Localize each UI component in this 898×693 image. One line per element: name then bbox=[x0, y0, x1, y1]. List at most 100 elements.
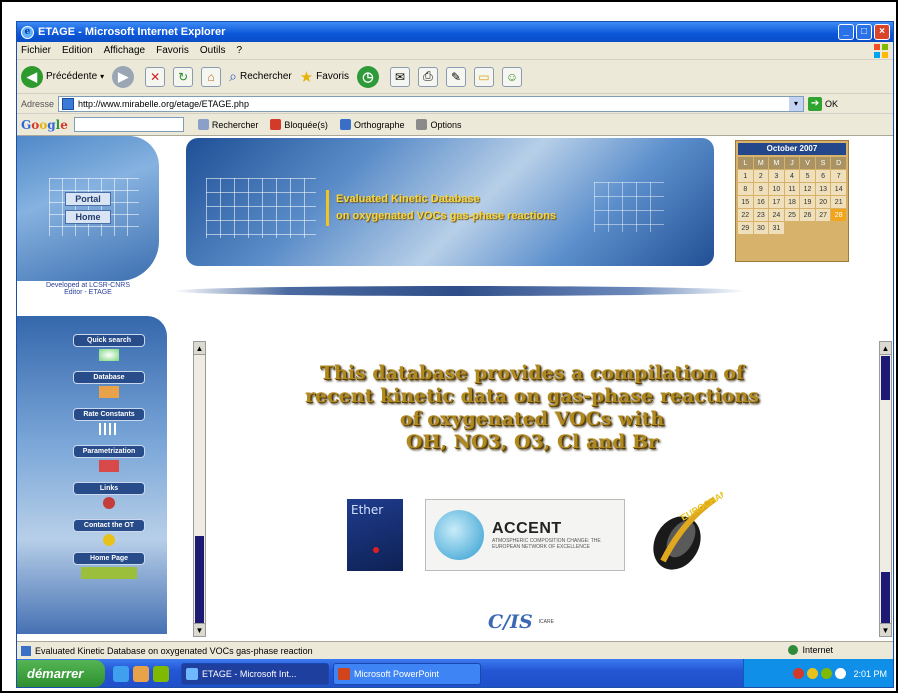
menu-edit[interactable]: Edition bbox=[62, 45, 93, 56]
nav-quick-search[interactable]: Quick search bbox=[73, 334, 145, 361]
tray-icon[interactable] bbox=[807, 668, 819, 679]
calendar-day[interactable]: 1 bbox=[738, 170, 753, 182]
calendar-day[interactable]: 18 bbox=[784, 196, 800, 208]
calendar-day[interactable]: 10 bbox=[769, 183, 784, 195]
menu-tools[interactable]: Outils bbox=[200, 45, 226, 56]
calendar-day[interactable]: 6 bbox=[815, 170, 831, 182]
eurochamp-logo[interactable]: EUROCHAMP bbox=[643, 491, 723, 577]
chevron-down-icon[interactable]: ▾ bbox=[789, 96, 804, 111]
minimize-icon[interactable]: _ bbox=[838, 24, 854, 40]
calendar-day[interactable]: 30 bbox=[753, 222, 769, 234]
scroll-up-icon[interactable]: ▲ bbox=[194, 342, 205, 355]
calendar-day[interactable]: 8 bbox=[738, 183, 753, 195]
maximize-icon[interactable]: □ bbox=[856, 24, 872, 40]
scroll-thumb-top[interactable] bbox=[881, 356, 890, 400]
calendar-day[interactable]: 5 bbox=[800, 170, 815, 182]
title-bar[interactable]: e ETAGE - Microsoft Internet Explorer _ … bbox=[17, 22, 893, 42]
calendar-day[interactable]: 4 bbox=[784, 170, 800, 182]
scroll-down-icon[interactable]: ▼ bbox=[194, 623, 205, 636]
calendar-day[interactable]: 22 bbox=[738, 209, 753, 221]
tray-icon[interactable] bbox=[821, 668, 833, 679]
calendar-day[interactable]: 7 bbox=[831, 170, 846, 182]
calendar-day[interactable]: 15 bbox=[738, 196, 753, 208]
calendar-day[interactable]: 24 bbox=[769, 209, 784, 221]
calendar-day[interactable]: 19 bbox=[800, 196, 815, 208]
developer-link[interactable]: Developed at LCSR-CNRS Editor - ETAGE bbox=[27, 282, 149, 296]
search-button[interactable]: ⌕ Rechercher bbox=[229, 68, 292, 85]
ether-logo[interactable]: Ether bbox=[347, 499, 403, 571]
calendar-day[interactable]: 23 bbox=[753, 209, 769, 221]
portal-button[interactable]: Portal bbox=[65, 192, 111, 206]
task-powerpoint[interactable]: Microsoft PowerPoint bbox=[333, 662, 481, 685]
spellcheck-button[interactable]: Orthographe bbox=[339, 119, 404, 130]
ie-quicklaunch-icon[interactable] bbox=[113, 665, 129, 682]
calendar-day[interactable]: 27 bbox=[815, 209, 831, 221]
window-controls: _ □ × bbox=[838, 24, 890, 40]
calendar-day[interactable]: 14 bbox=[831, 183, 846, 195]
close-icon[interactable]: × bbox=[874, 24, 890, 40]
calendar-day[interactable]: 17 bbox=[769, 196, 784, 208]
nav-parametrization[interactable]: Parametrization bbox=[73, 445, 145, 472]
go-button[interactable]: OK bbox=[825, 99, 838, 109]
forward-button[interactable]: ▶ bbox=[112, 65, 137, 88]
calendar-day[interactable]: 20 bbox=[815, 196, 831, 208]
calendar-day[interactable]: 29 bbox=[738, 222, 753, 234]
calendar-header[interactable]: October 2007 bbox=[738, 143, 846, 155]
calendar-day[interactable]: 28 bbox=[831, 209, 846, 221]
tray-icon[interactable] bbox=[793, 668, 805, 679]
desktop-quicklaunch-icon[interactable] bbox=[153, 665, 169, 682]
media-quicklaunch-icon[interactable] bbox=[133, 665, 149, 682]
nav-rate-constants[interactable]: Rate Constants bbox=[73, 408, 145, 435]
calendar-day[interactable]: 2 bbox=[753, 170, 769, 182]
clock[interactable]: 2:01 PM bbox=[853, 669, 887, 679]
task-ie[interactable]: ETAGE - Microsoft Int... bbox=[181, 662, 329, 685]
content-scrollbar-right[interactable]: ▲ ▼ bbox=[879, 341, 892, 637]
nav-contact[interactable]: Contact the OT bbox=[73, 519, 145, 546]
icare-logo[interactable]: C/IS ICARE bbox=[488, 602, 598, 641]
calendar-day[interactable]: 13 bbox=[815, 183, 831, 195]
nav-home-page[interactable]: Home Page bbox=[73, 552, 145, 579]
messenger-button[interactable]: ☺ bbox=[501, 66, 522, 87]
calendar-day[interactable]: 21 bbox=[831, 196, 846, 208]
print-button[interactable]: ⎙ bbox=[417, 66, 438, 87]
start-button[interactable]: démarrer bbox=[17, 660, 105, 687]
calendar-day[interactable]: 31 bbox=[769, 222, 784, 234]
history-button[interactable]: ◷ bbox=[356, 65, 382, 88]
go-arrow-icon[interactable]: ➔ bbox=[808, 96, 823, 111]
edit-button[interactable]: ✎ bbox=[445, 66, 466, 87]
folder-button[interactable]: ▭ bbox=[473, 66, 494, 87]
google-logo[interactable]: Google bbox=[21, 118, 68, 132]
calendar-day[interactable]: 11 bbox=[784, 183, 800, 195]
back-button[interactable]: ◀ Précédente ▾ bbox=[21, 65, 104, 88]
menu-file[interactable]: Fichier bbox=[21, 45, 51, 56]
scroll-thumb-bottom[interactable] bbox=[881, 572, 890, 624]
home-button[interactable]: ⌂ bbox=[201, 66, 222, 87]
nav-database[interactable]: Database bbox=[73, 371, 145, 398]
nav-links[interactable]: Links bbox=[73, 482, 145, 509]
address-input[interactable]: http://www.mirabelle.org/etage/ETAGE.php… bbox=[58, 95, 805, 112]
calendar-day[interactable]: 12 bbox=[800, 183, 815, 195]
calendar-day[interactable]: 3 bbox=[769, 170, 784, 182]
menu-view[interactable]: Affichage bbox=[104, 45, 146, 56]
options-button[interactable]: Options bbox=[416, 119, 462, 130]
scroll-up-icon[interactable]: ▲ bbox=[880, 342, 891, 355]
google-search-input[interactable] bbox=[73, 117, 184, 132]
scroll-down-icon[interactable]: ▼ bbox=[880, 623, 891, 636]
content-scrollbar-left[interactable]: ▲ ▼ bbox=[193, 341, 206, 637]
popup-blocker-button[interactable]: Bloquée(s) bbox=[270, 119, 328, 130]
accent-logo[interactable]: ACCENT ATMOSPHERIC COMPOSITION CHANGE: T… bbox=[425, 499, 625, 571]
favorites-button[interactable]: ★ Favoris bbox=[300, 68, 349, 86]
home-nav-button[interactable]: Home bbox=[65, 210, 111, 224]
menu-help[interactable]: ? bbox=[236, 45, 242, 56]
google-search-button[interactable]: Rechercher bbox=[197, 119, 258, 130]
calendar-day[interactable]: 25 bbox=[784, 209, 800, 221]
calendar-day[interactable]: 16 bbox=[753, 196, 769, 208]
mail-button[interactable]: ✉ bbox=[389, 66, 410, 87]
calendar-day[interactable]: 26 bbox=[800, 209, 815, 221]
menu-favorites[interactable]: Favoris bbox=[156, 45, 189, 56]
stop-button[interactable]: ✕ bbox=[145, 66, 166, 87]
calendar-day[interactable]: 9 bbox=[753, 183, 769, 195]
scroll-thumb[interactable] bbox=[195, 536, 204, 624]
tray-icon[interactable] bbox=[835, 668, 847, 679]
refresh-button[interactable]: ↻ bbox=[173, 66, 194, 87]
